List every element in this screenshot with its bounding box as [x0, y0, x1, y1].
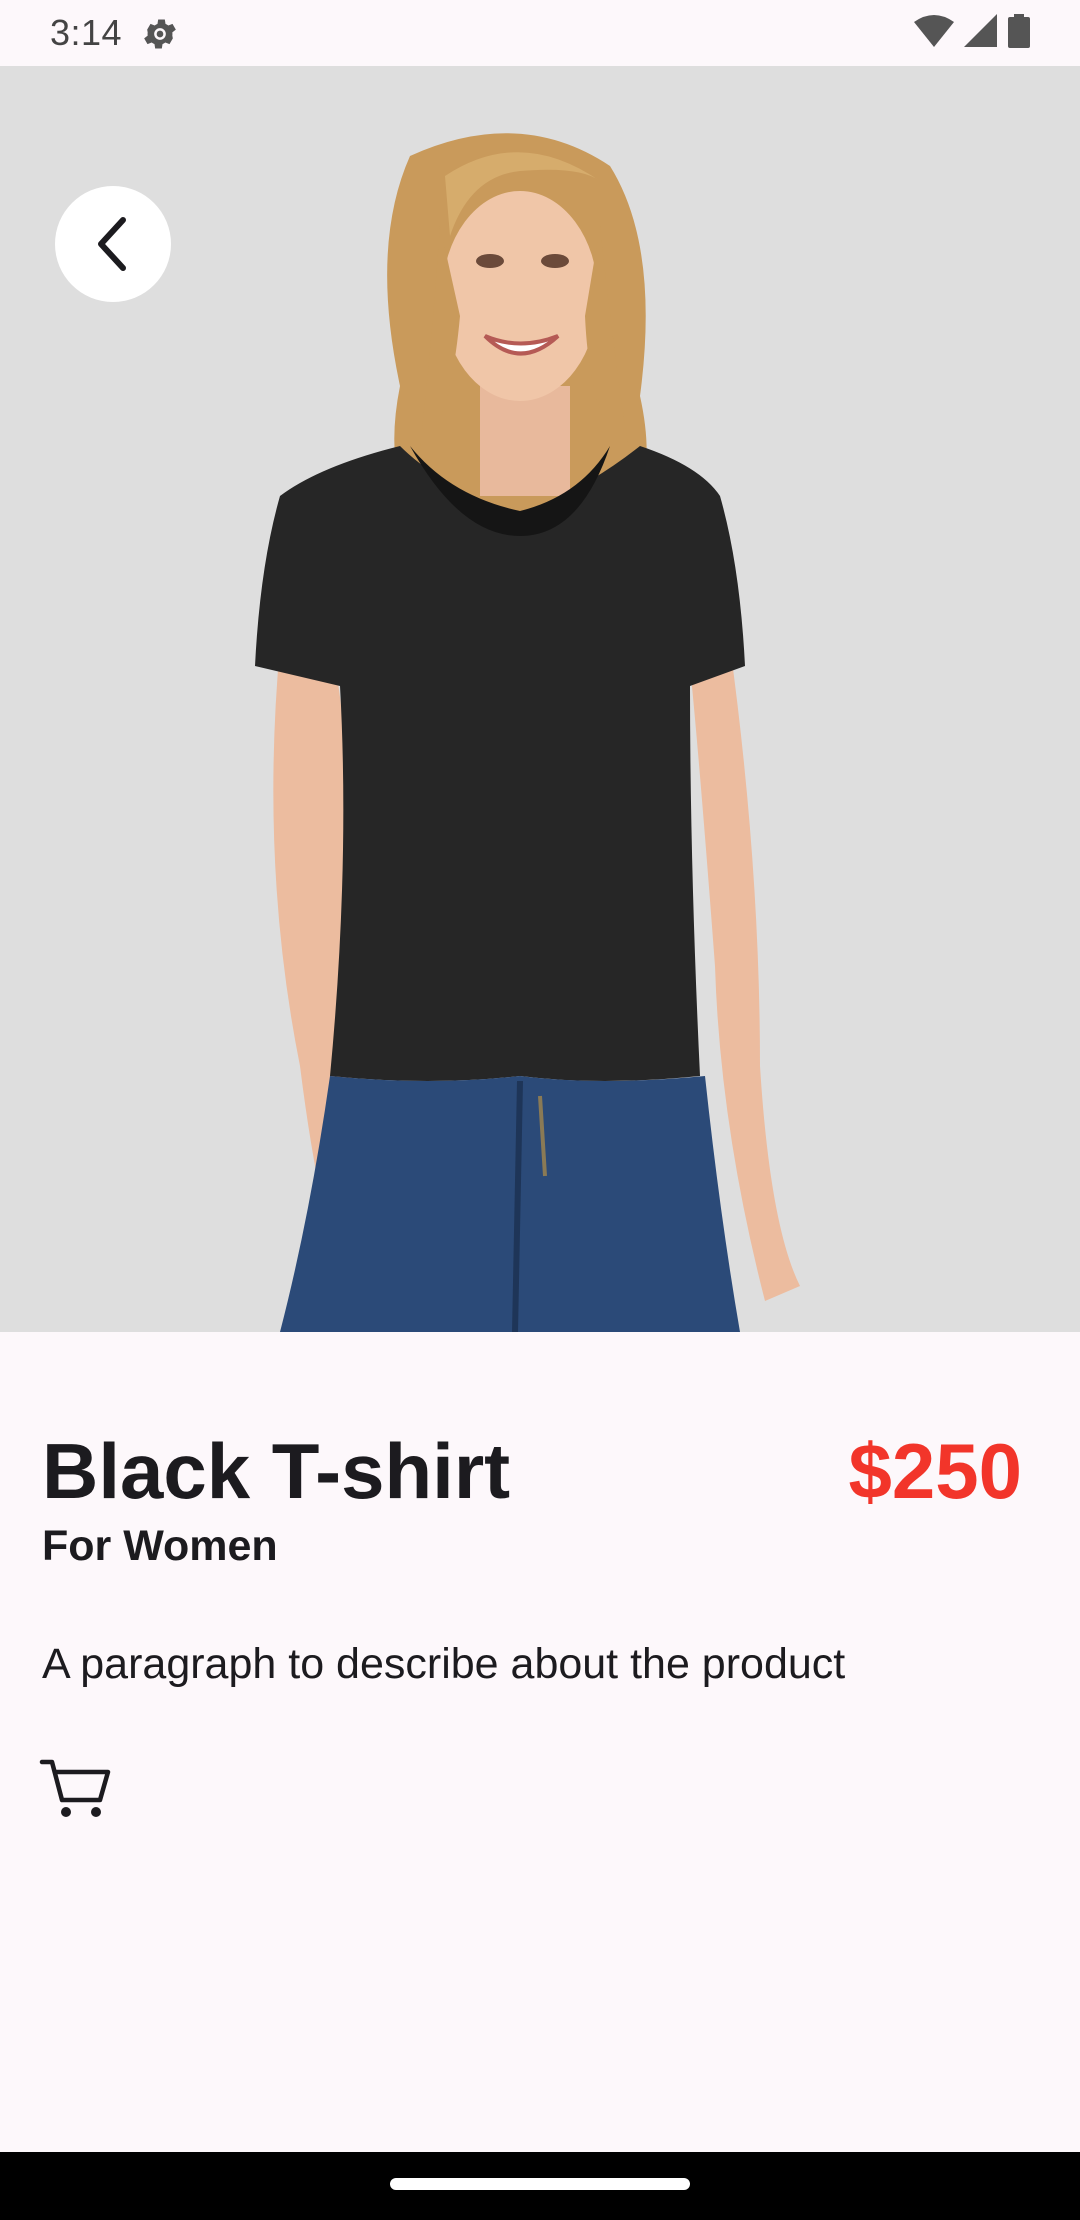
status-time: 3:14 — [50, 12, 123, 53]
product-info: Black T-shirt $250 For Women A paragraph… — [0, 1332, 1080, 2152]
cart-icon — [39, 1759, 111, 1817]
add-to-cart-button[interactable] — [38, 1756, 112, 1822]
gear-icon — [144, 19, 176, 49]
navigation-bar — [0, 2152, 1080, 2220]
product-image — [0, 66, 1080, 1332]
signal-icon — [964, 14, 997, 47]
product-name: Black T-shirt — [42, 1427, 511, 1515]
status-icons — [914, 14, 1030, 48]
back-button[interactable] — [55, 186, 171, 302]
product-price: $250 — [848, 1427, 1022, 1515]
status-bar: 3:14 — [0, 0, 1080, 66]
chevron-left-icon — [98, 217, 126, 271]
product-subtitle: For Women — [42, 1522, 278, 1570]
product-description: A paragraph to describe about the produc… — [42, 1640, 846, 1688]
battery-icon — [1008, 14, 1030, 48]
home-gesture-handle[interactable] — [390, 2178, 690, 2190]
wifi-icon — [914, 15, 954, 47]
